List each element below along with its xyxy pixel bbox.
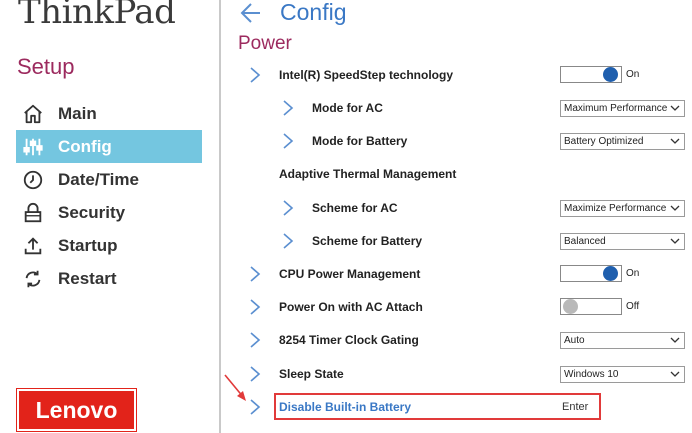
- sidebar-nav: Main Config Date/Time Security Startup R…: [16, 97, 202, 295]
- chevron-right-icon: [248, 66, 262, 84]
- setting-row-timer-gating[interactable]: 8254 Timer Clock Gating Auto: [240, 325, 692, 358]
- setting-row-scheme-battery[interactable]: Scheme for Battery Balanced: [240, 226, 692, 259]
- setting-label: Adaptive Thermal Management: [279, 167, 457, 181]
- speedstep-toggle[interactable]: [560, 66, 622, 83]
- setting-label: Scheme for Battery: [312, 234, 423, 248]
- upload-icon: [21, 234, 45, 258]
- sidebar-item-main[interactable]: Main: [16, 97, 202, 130]
- chevron-right-icon: [281, 199, 295, 217]
- sidebar-divider: [219, 0, 221, 433]
- setting-row-mode-battery[interactable]: Mode for Battery Battery Optimized: [240, 126, 692, 159]
- chevron-right-icon: [248, 331, 262, 349]
- scheme-battery-select[interactable]: Balanced: [560, 233, 685, 250]
- setting-row-sleep-state[interactable]: Sleep State Windows 10: [240, 359, 692, 392]
- sidebar-item-config[interactable]: Config: [16, 130, 202, 163]
- toggle-state: On: [626, 268, 640, 279]
- sleep-state-select[interactable]: Windows 10: [560, 366, 685, 383]
- select-value: Balanced: [564, 236, 606, 247]
- chevron-right-icon: [281, 232, 295, 250]
- page-title: Config: [280, 0, 347, 25]
- mode-battery-select[interactable]: Battery Optimized: [560, 133, 685, 150]
- setting-label: Power On with AC Attach: [279, 300, 423, 314]
- highlight-box: [274, 393, 601, 420]
- setting-label: Sleep State: [279, 367, 344, 381]
- timer-gating-select[interactable]: Auto: [560, 332, 685, 349]
- chevron-right-icon: [248, 298, 262, 316]
- toggle-knob: [563, 299, 578, 314]
- sidebar-item-restart[interactable]: Restart: [16, 262, 202, 295]
- chevron-right-icon: [281, 132, 295, 150]
- lenovo-logo: Lenovo: [16, 388, 137, 432]
- setting-label: Mode for Battery: [312, 134, 408, 148]
- select-value: Battery Optimized: [564, 136, 644, 147]
- chevron-down-icon: [670, 238, 680, 244]
- select-value: Windows 10: [564, 369, 619, 380]
- setting-row-speedstep[interactable]: Intel(R) SpeedStep technology On: [240, 60, 692, 93]
- select-value: Auto: [564, 335, 585, 346]
- setting-label: 8254 Timer Clock Gating: [279, 333, 419, 347]
- toggle-knob: [603, 266, 618, 281]
- restart-icon: [21, 267, 45, 291]
- sidebar-item-label: Main: [58, 103, 97, 123]
- clock-icon: [21, 168, 45, 192]
- sliders-icon: [21, 135, 45, 159]
- chevron-down-icon: [670, 337, 680, 343]
- setting-row-scheme-ac[interactable]: Scheme for AC Maximize Performance: [240, 193, 692, 226]
- setting-label: Scheme for AC: [312, 201, 398, 215]
- sidebar-item-label: Restart: [58, 268, 117, 288]
- setting-label: Intel(R) SpeedStep technology: [279, 68, 454, 82]
- chevron-down-icon: [670, 205, 680, 211]
- setting-row-power-on-ac[interactable]: Power On with AC Attach Off: [240, 292, 692, 325]
- home-icon: [21, 102, 45, 126]
- sidebar-item-label: Security: [58, 202, 126, 222]
- chevron-right-icon: [281, 99, 295, 117]
- chevron-right-icon: [248, 265, 262, 283]
- select-value: Maximize Performance: [564, 203, 667, 214]
- setting-row-mode-ac[interactable]: Mode for AC Maximum Performance: [240, 93, 692, 126]
- sidebar-item-security[interactable]: Security: [16, 196, 202, 229]
- mode-ac-select[interactable]: Maximum Performance: [560, 100, 685, 117]
- lock-icon: [21, 201, 45, 225]
- scheme-ac-select[interactable]: Maximize Performance: [560, 200, 685, 217]
- sidebar-item-label: Startup: [58, 235, 118, 255]
- cpu-power-toggle[interactable]: [560, 265, 622, 282]
- toggle-knob: [603, 67, 618, 82]
- setting-label: Mode for AC: [312, 101, 383, 115]
- back-arrow-icon[interactable]: [240, 1, 262, 32]
- setting-heading-thermal: Adaptive Thermal Management: [240, 159, 692, 192]
- sidebar-item-startup[interactable]: Startup: [16, 229, 202, 262]
- section-title: Power: [238, 33, 292, 54]
- chevron-down-icon: [670, 105, 680, 111]
- power-on-ac-toggle[interactable]: [560, 298, 622, 315]
- sidebar-item-label: Date/Time: [58, 169, 139, 189]
- sidebar: ThinkPad Setup Main Config Date/Time Sec…: [0, 0, 219, 433]
- toggle-state: Off: [626, 301, 640, 312]
- setup-title: Setup: [17, 54, 75, 79]
- red-arrow-annotation: [224, 374, 246, 401]
- chevron-down-icon: [670, 371, 680, 377]
- setting-label: CPU Power Management: [279, 267, 421, 281]
- brand-title: ThinkPad: [18, 0, 176, 32]
- setting-row-cpu-power[interactable]: CPU Power Management On: [240, 259, 692, 292]
- toggle-state: On: [626, 69, 640, 80]
- sidebar-item-label: Config: [58, 136, 112, 156]
- chevron-down-icon: [670, 138, 680, 144]
- sidebar-item-datetime[interactable]: Date/Time: [16, 163, 202, 196]
- select-value: Maximum Performance: [564, 103, 668, 114]
